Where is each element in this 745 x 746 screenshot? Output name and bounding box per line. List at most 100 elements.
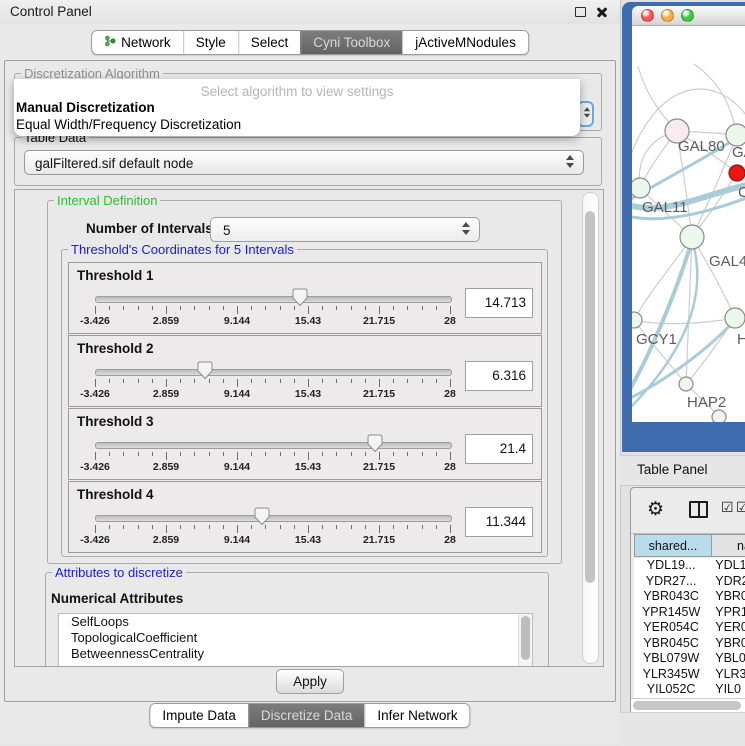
tick-label: 9.144 xyxy=(224,534,250,546)
tick-mark xyxy=(379,452,380,460)
tab-label: jActiveMNodules xyxy=(415,35,516,50)
tick-label: 28 xyxy=(444,461,456,473)
table-data-combo[interactable]: galFiltered.sif default node xyxy=(24,150,584,175)
numerical-attributes-list[interactable]: SelfLoopsTopologicalCoefficientBetweenne… xyxy=(58,613,533,667)
table-row[interactable]: YPR145WYPR1 xyxy=(634,605,745,621)
close-icon[interactable] xyxy=(596,6,608,18)
slider-track[interactable] xyxy=(95,296,452,303)
tick-label: 15.43 xyxy=(295,461,321,473)
tick-mark xyxy=(336,379,337,383)
table-hscrollbar-thumb[interactable] xyxy=(633,701,741,710)
table-row[interactable]: YDL19...YDL1 xyxy=(634,558,745,574)
tab-cyni-toolbox[interactable]: Cyni Toolbox xyxy=(300,31,402,54)
network-edge[interactable] xyxy=(634,237,692,320)
network-canvas[interactable]: GAL80GACGAL11GAL4GCY1HHAP2 xyxy=(632,26,745,422)
tab-impute-data[interactable]: Impute Data xyxy=(150,704,248,727)
tick-mark xyxy=(436,306,437,310)
tick-mark xyxy=(180,306,181,310)
tab-jactivemnodules[interactable]: jActiveMNodules xyxy=(402,31,528,54)
slider-thumb[interactable] xyxy=(254,507,270,526)
tick-label: 21.715 xyxy=(363,534,395,546)
slider-track[interactable] xyxy=(95,442,452,449)
algorithm-option-equal-width-frequency-discretization[interactable]: Equal Width/Frequency Discretization xyxy=(14,116,580,133)
tick-mark xyxy=(308,306,309,314)
threshold-value-field[interactable]: 6.316 xyxy=(465,361,533,391)
threshold-value-field[interactable]: 14.713 xyxy=(465,288,533,318)
tick-mark xyxy=(379,525,380,533)
table-cell: YER0 xyxy=(708,620,745,636)
table-row[interactable]: YER054CYER0 xyxy=(634,620,745,636)
network-node[interactable] xyxy=(725,308,745,328)
tick-mark xyxy=(123,452,124,456)
list-scrollbar-thumb[interactable] xyxy=(521,616,530,660)
tick-mark xyxy=(322,379,323,383)
settings-scrollbar-thumb[interactable] xyxy=(585,211,595,583)
number-of-intervals-spinner[interactable]: 5 xyxy=(210,217,480,242)
network-node[interactable] xyxy=(632,312,642,328)
table-row[interactable]: YDR27...YDR2 xyxy=(634,574,745,590)
checkbox-icon[interactable]: ☑ xyxy=(736,500,745,516)
tick-mark xyxy=(393,452,394,456)
threshold-value-field[interactable]: 11.344 xyxy=(465,507,533,537)
list-scrollbar[interactable] xyxy=(518,614,532,667)
tick-label: 9.144 xyxy=(224,315,250,327)
close-traffic-light[interactable] xyxy=(641,9,654,22)
network-node[interactable] xyxy=(729,165,745,181)
network-node[interactable] xyxy=(726,124,745,146)
network-node[interactable] xyxy=(712,410,726,422)
network-icon xyxy=(104,35,116,50)
table-row[interactable]: YBR045CYBR0 xyxy=(634,636,745,652)
algorithm-dropdown-popup: Select algorithm to view settings Manual… xyxy=(14,79,580,136)
table-cell: YBR043C xyxy=(634,589,708,605)
minimize-traffic-light[interactable] xyxy=(661,9,674,22)
tick-mark xyxy=(450,525,451,533)
tick-mark xyxy=(336,525,337,529)
float-window-icon[interactable] xyxy=(575,7,586,17)
table-column-header[interactable]: shared... xyxy=(634,534,712,557)
table-cell: YDL1 xyxy=(708,558,745,574)
slider-thumb[interactable] xyxy=(367,434,383,453)
threshold-value-field[interactable]: 21.4 xyxy=(465,434,533,464)
table-row[interactable]: YBR043CYBR0 xyxy=(634,589,745,605)
tab-network[interactable]: Network xyxy=(92,31,183,54)
network-edge[interactable] xyxy=(634,318,735,324)
split-columns-icon[interactable] xyxy=(689,501,708,518)
checkbox-icon[interactable]: ☑ xyxy=(721,500,734,516)
zoom-traffic-light[interactable] xyxy=(681,9,694,22)
tick-label: 28 xyxy=(444,388,456,400)
table-column-header[interactable]: na... xyxy=(712,534,745,557)
slider-thumb[interactable] xyxy=(292,288,308,307)
tick-mark xyxy=(308,452,309,460)
tick-mark xyxy=(265,452,266,456)
tab-discretize-data[interactable]: Discretize Data xyxy=(248,704,365,727)
gear-icon[interactable]: ⚙ xyxy=(647,499,664,519)
slider-track[interactable] xyxy=(95,515,452,522)
threshold-label: Threshold 4 xyxy=(77,487,154,502)
tab-style[interactable]: Style xyxy=(183,31,238,54)
table-row[interactable]: YIL052CYIL0 xyxy=(634,682,745,698)
tab-infer-network[interactable]: Infer Network xyxy=(364,704,469,727)
table-cell: YBR045C xyxy=(634,636,708,652)
tab-select[interactable]: Select xyxy=(238,31,301,54)
table-row[interactable]: YBL079WYBL0 xyxy=(634,651,745,667)
table-hscrollbar[interactable] xyxy=(631,698,745,713)
network-node[interactable] xyxy=(680,225,704,249)
list-item[interactable]: SelfLoops xyxy=(59,614,532,630)
network-node-label: GA xyxy=(732,144,745,161)
table-panel-titlebar: Table Panel xyxy=(620,455,745,486)
tick-mark xyxy=(422,306,423,310)
tick-mark xyxy=(365,379,366,383)
algorithm-option-manual-discretization[interactable]: Manual Discretization xyxy=(14,99,580,116)
tick-mark xyxy=(152,379,153,383)
table-row[interactable]: YLR345WYLR3 xyxy=(634,667,745,683)
list-item[interactable]: BetweennessCentrality xyxy=(59,646,532,662)
list-item[interactable]: TopologicalCoefficient xyxy=(59,630,532,646)
settings-scrollbar[interactable] xyxy=(582,192,599,664)
network-node[interactable] xyxy=(632,178,650,198)
apply-button[interactable]: Apply xyxy=(276,669,344,694)
slider-thumb[interactable] xyxy=(197,361,213,380)
slider-track[interactable] xyxy=(95,369,452,376)
network-node[interactable] xyxy=(679,377,693,391)
tick-mark xyxy=(180,525,181,529)
tick-mark xyxy=(223,379,224,383)
